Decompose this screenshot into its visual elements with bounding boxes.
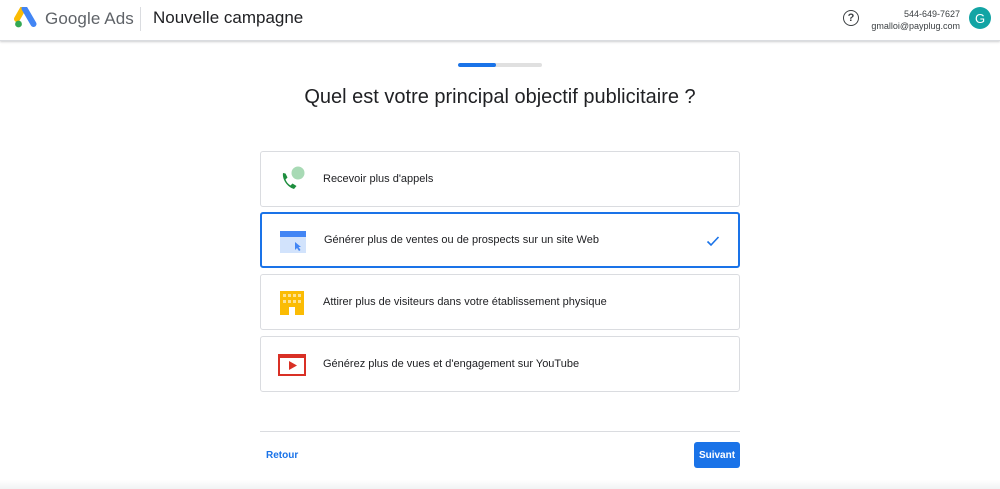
objective-option-store-visits[interactable]: Attirer plus de visiteurs dans votre éta… — [260, 274, 740, 330]
header-divider — [140, 7, 141, 31]
back-button[interactable]: Retour — [266, 450, 298, 461]
account-email: gmalloi@payplug.com — [871, 21, 960, 31]
help-icon[interactable]: ? — [843, 10, 859, 26]
step-progress-bar — [458, 63, 542, 67]
account-info[interactable]: 544-649-7627 gmalloi@payplug.com — [871, 8, 960, 32]
objective-option-website[interactable]: Générer plus de ventes ou de prospects s… — [260, 212, 740, 268]
step-progress-fill — [458, 63, 496, 67]
footer-divider — [260, 431, 740, 432]
avatar[interactable]: G — [969, 7, 991, 29]
page-title: Nouvelle campagne — [153, 8, 304, 27]
page-bottom-edge — [0, 480, 1000, 489]
objective-question: Quel est votre principal objectif public… — [304, 86, 696, 108]
objective-option-youtube[interactable]: Générez plus de vues et d'engagement sur… — [260, 336, 740, 392]
top-app-bar: Google Ads Nouvelle campagne ? 544-649-7… — [0, 0, 1000, 41]
youtube-play-icon — [278, 354, 306, 376]
option-label: Recevoir plus d'appels — [323, 173, 434, 185]
option-label: Attirer plus de visiteurs dans votre éta… — [323, 296, 607, 308]
brand-name: Google Ads — [45, 9, 134, 28]
objective-option-calls[interactable]: Recevoir plus d'appels — [260, 151, 740, 207]
option-label: Générez plus de vues et d'engagement sur… — [323, 358, 580, 370]
google-ads-logo-icon[interactable] — [14, 7, 38, 29]
account-id: 544-649-7627 — [903, 9, 960, 19]
checkmark-icon — [706, 236, 720, 247]
website-icon — [280, 231, 306, 253]
next-button[interactable]: Suivant — [694, 442, 740, 468]
phone-call-icon — [282, 166, 305, 189]
option-label: Générer plus de ventes ou de prospects s… — [324, 234, 599, 246]
store-building-icon — [280, 291, 304, 315]
